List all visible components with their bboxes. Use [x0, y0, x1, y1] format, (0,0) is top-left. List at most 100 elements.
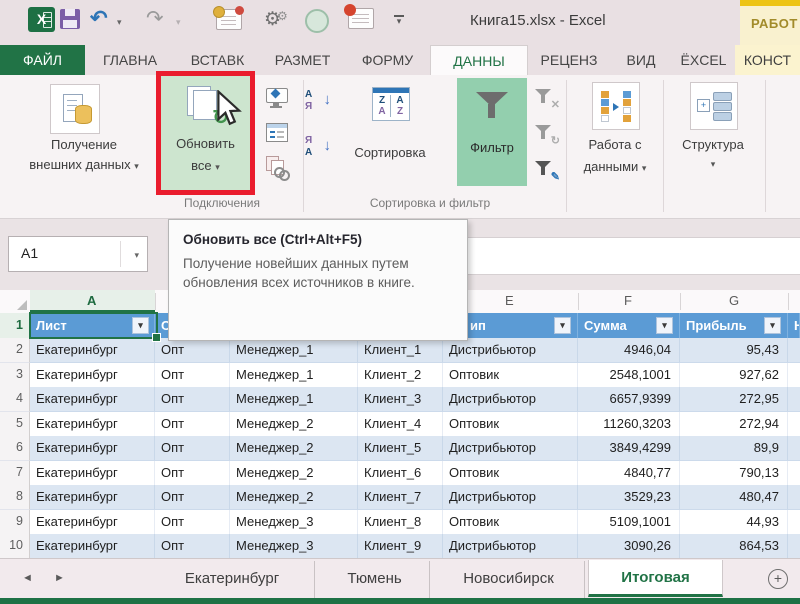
cell-n[interactable]: 8	[0, 485, 30, 510]
column-letter-А[interactable]: А	[87, 293, 96, 308]
formula-bar[interactable]	[466, 237, 800, 275]
cell-segment[interactable]: Опт	[155, 485, 230, 510]
cell-type[interactable]: Оптовик	[443, 510, 578, 535]
cell-n[interactable]: 6	[0, 436, 30, 461]
cell-city[interactable]: Екатеринбург	[30, 412, 155, 437]
cell-type[interactable]: Оптовик	[443, 363, 578, 388]
filter-dropdown-icon[interactable]: ▾	[764, 317, 781, 334]
cell-sum[interactable]: 3529,23	[578, 485, 680, 510]
cell-sum[interactable]: 4946,04	[578, 338, 680, 363]
column-letter-F[interactable]: F	[624, 293, 632, 308]
cell-client[interactable]: Клиент_2	[358, 363, 443, 388]
new-sheet-button[interactable]: +	[768, 569, 788, 589]
cell-sum[interactable]: 4840,77	[578, 461, 680, 486]
header-cell-h-partial[interactable]: Н	[788, 313, 800, 338]
cell-empty[interactable]	[788, 363, 800, 388]
header-cell-sheet[interactable]: Лист ▾	[30, 313, 155, 338]
cell-empty[interactable]	[788, 387, 800, 412]
sort-dialog-button[interactable]: ZA AZ Сортировка	[336, 81, 444, 189]
ribbon-tab-конст[interactable]: КОНСТ	[735, 45, 800, 75]
signature-icon[interactable]	[216, 9, 242, 30]
cell-segment[interactable]: Опт	[155, 510, 230, 535]
filter-dropdown-icon[interactable]: ▾	[656, 317, 673, 334]
cell-manager[interactable]: Менеджер_3	[230, 534, 358, 559]
cell-n[interactable]: 5	[0, 412, 30, 437]
get-external-data-button[interactable]: Получение внешних данных ▾	[14, 79, 154, 197]
header-cell-sum[interactable]: Сумма ▾	[578, 313, 680, 338]
cell-city[interactable]: Екатеринбург	[30, 363, 155, 388]
sheet-tab-новосибирск[interactable]: Новосибирск	[433, 561, 585, 598]
ribbon-tab-реценз[interactable]: РЕЦЕНЗ	[528, 45, 610, 75]
column-letter-E[interactable]: E	[505, 293, 514, 308]
undo-dropdown-icon[interactable]: ▾	[117, 17, 122, 28]
ribbon-tab-главна[interactable]: ГЛАВНА	[85, 45, 175, 75]
cell-type[interactable]: Оптовик	[443, 412, 578, 437]
save-icon[interactable]	[60, 9, 80, 29]
cell-type[interactable]: Дистрибьютор	[443, 338, 578, 363]
cell-profit[interactable]: 927,62	[680, 363, 788, 388]
cell-client[interactable]: Клиент_7	[358, 485, 443, 510]
ribbon-tab-файл[interactable]: ФАЙЛ	[0, 45, 85, 75]
cell-segment[interactable]: Опт	[155, 363, 230, 388]
cell-sum[interactable]: 2548,1001	[578, 363, 680, 388]
properties-icon[interactable]	[264, 120, 290, 146]
cell-n[interactable]: 10	[0, 534, 30, 559]
select-all-corner[interactable]	[0, 290, 31, 313]
cell-client[interactable]: Клиент_5	[358, 436, 443, 461]
cell-segment[interactable]: Опт	[155, 387, 230, 412]
cell-segment[interactable]: Опт	[155, 412, 230, 437]
cell-type[interactable]: Дистрибьютор	[443, 436, 578, 461]
ribbon-tab-ëxcel[interactable]: ËXCEL	[672, 45, 735, 75]
redo-dropdown-icon[interactable]: ▾	[176, 17, 181, 28]
cell-sum[interactable]: 11260,3203	[578, 412, 680, 437]
cell-segment[interactable]: Опт	[155, 338, 230, 363]
cell-profit[interactable]: 480,47	[680, 485, 788, 510]
cell-empty[interactable]	[788, 412, 800, 437]
cell-city[interactable]: Екатеринбург	[30, 510, 155, 535]
connection-properties-icon[interactable]	[264, 86, 290, 112]
ribbon-tab-данны[interactable]: ДАННЫ	[430, 45, 528, 75]
cell-n[interactable]: 7	[0, 461, 30, 486]
ribbon-tab-размет[interactable]: РАЗМЕТ	[260, 45, 345, 75]
cell-profit[interactable]: 272,95	[680, 387, 788, 412]
cell-segment[interactable]: Опт	[155, 436, 230, 461]
advanced-filter-icon[interactable]: ✎	[533, 157, 559, 183]
cell-city[interactable]: Екатеринбург	[30, 436, 155, 461]
ribbon-tab-форму[interactable]: ФОРМУ	[345, 45, 430, 75]
filter-dropdown-icon[interactable]: ▾	[132, 317, 149, 334]
cell-manager[interactable]: Менеджер_2	[230, 412, 358, 437]
cell-client[interactable]: Клиент_8	[358, 510, 443, 535]
cell-manager[interactable]: Менеджер_2	[230, 485, 358, 510]
cell-profit[interactable]: 864,53	[680, 534, 788, 559]
qat-more-icon[interactable]: ▾	[394, 15, 404, 26]
cell-n[interactable]: 4	[0, 387, 30, 412]
ribbon-tab-вставк[interactable]: ВСТАВК	[175, 45, 260, 75]
cell-sum[interactable]: 6657,9399	[578, 387, 680, 412]
cell-empty[interactable]	[788, 461, 800, 486]
redo-icon[interactable]: ↷	[146, 4, 164, 34]
cell-type[interactable]: Дистрибьютор	[443, 534, 578, 559]
gears-icon[interactable]: ⚙⚙	[264, 5, 281, 35]
sheet-tab-екатеринбург[interactable]: Екатеринбург	[150, 561, 315, 598]
edit-links-icon[interactable]	[264, 154, 290, 180]
cell-manager[interactable]: Менеджер_1	[230, 387, 358, 412]
cell-segment[interactable]: Опт	[155, 534, 230, 559]
name-box-dropdown-icon[interactable]: ▾	[134, 250, 139, 261]
cell-n[interactable]: 3	[0, 363, 30, 388]
cell-city[interactable]: Екатеринбург	[30, 338, 155, 363]
cell-city[interactable]: Екатеринбург	[30, 461, 155, 486]
cell-type[interactable]: Дистрибьютор	[443, 387, 578, 412]
column-letter-G[interactable]: G	[729, 293, 739, 308]
cell-city[interactable]: Екатеринбург	[30, 534, 155, 559]
cell-manager[interactable]: Менеджер_1	[230, 363, 358, 388]
cell-profit[interactable]: 272,94	[680, 412, 788, 437]
sheet-tab-тюмень[interactable]: Тюмень	[320, 561, 430, 598]
sort-ascending-button[interactable]: АЯ ↓	[303, 85, 333, 125]
cell-empty[interactable]	[788, 436, 800, 461]
cell-empty[interactable]	[788, 485, 800, 510]
cell-type[interactable]: Дистрибьютор	[443, 485, 578, 510]
clear-filter-icon[interactable]: ✕	[533, 85, 559, 111]
cell-n[interactable]: 9	[0, 510, 30, 535]
cell-client[interactable]: Клиент_6	[358, 461, 443, 486]
cell-n[interactable]: 2	[0, 338, 30, 363]
